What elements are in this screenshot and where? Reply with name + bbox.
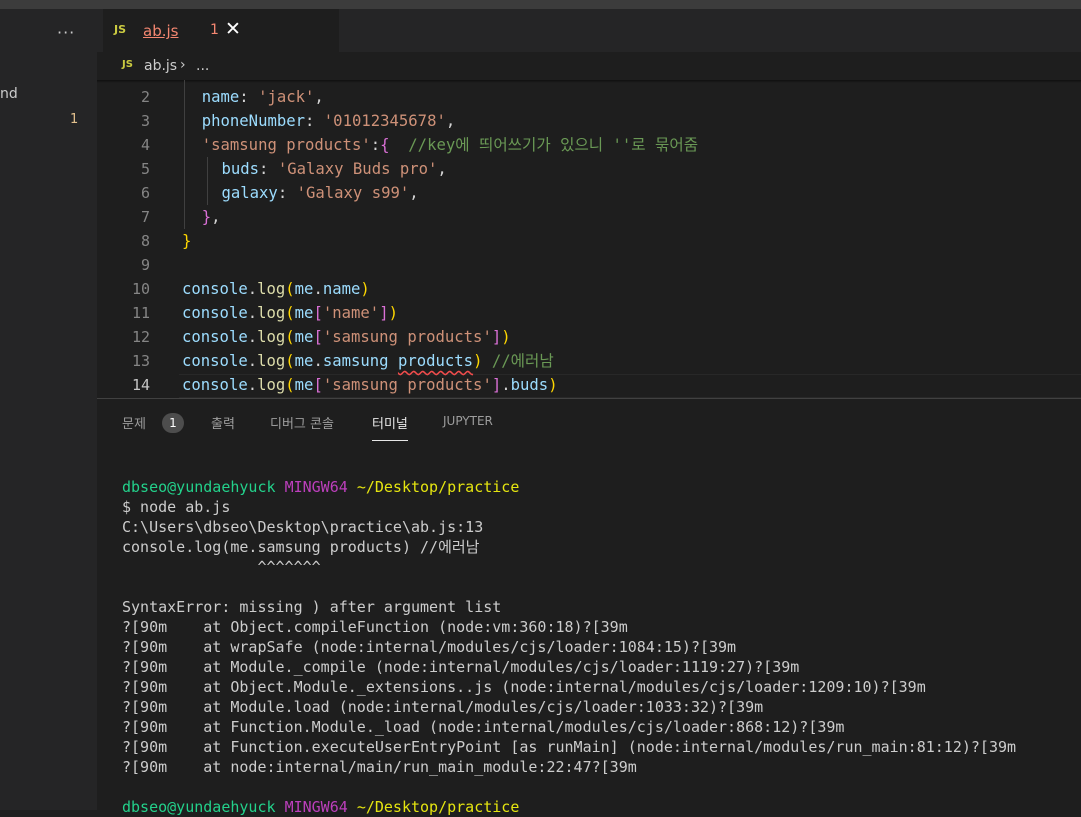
terminal-line: ?[90m at Module._compile (node:internal/… — [122, 658, 800, 676]
line-number: 8 — [140, 232, 150, 250]
code-line[interactable]: 9 — [97, 253, 1081, 277]
prompt-user: dbseo@yundaehyuck — [122, 478, 276, 496]
line-number: 7 — [140, 208, 150, 226]
terminal-line: ?[90m at Object.compileFunction (node:vm… — [122, 618, 628, 636]
code-text: console.log(me.samsung products) //에러남 — [182, 352, 554, 370]
code-text: galaxy: 'Galaxy s99', — [221, 184, 419, 202]
prompt-env: MINGW64 — [284, 478, 348, 496]
chevron-right-icon: › — [180, 57, 186, 73]
explorer-item-fragment[interactable]: nd — [0, 86, 18, 102]
close-icon[interactable]: ✕ — [225, 18, 241, 40]
breadcrumb: JS ab.js › ... — [97, 52, 1081, 83]
code-line[interactable]: 14 console.log(me['samsung products'].bud… — [97, 373, 1081, 397]
editor-tab-bar: JS ab.js 1 ✕ — [97, 9, 1081, 52]
code-line[interactable]: 11 console.log(me['name']) — [97, 301, 1081, 325]
line-number: 10 — [131, 280, 150, 298]
terminal-line: SyntaxError: missing ) after argument li… — [122, 598, 502, 616]
prompt-env: MINGW64 — [284, 798, 348, 816]
code-line[interactable]: 2 name: 'jack', — [97, 85, 1081, 109]
code-text: console.log(me['samsung products']) — [182, 328, 511, 346]
code-line[interactable]: 8} — [97, 229, 1081, 253]
javascript-file-icon: JS — [122, 59, 133, 70]
code-text: 'samsung products':{ //key에 띄어쓰기가 있으니 ''… — [201, 136, 699, 154]
problems-count-badge: 1 — [162, 413, 184, 433]
code-text: name: 'jack', — [201, 88, 324, 106]
explorer-sidebar: ··· nd 1 — [0, 9, 97, 810]
terminal-prompt: dbseo@yundaehyuck MINGW64 ~/Desktop/prac… — [122, 797, 1072, 817]
line-number: 9 — [140, 256, 150, 274]
line-number: 4 — [140, 136, 150, 154]
terminal-line: ?[90m at Function.executeUserEntryPoint … — [122, 738, 1017, 756]
line-number: 14 — [131, 376, 150, 394]
breadcrumb-symbol[interactable]: ... — [196, 58, 209, 74]
line-number: 6 — [140, 184, 150, 202]
code-line[interactable]: 10 console.log(me.name) — [97, 277, 1081, 301]
breadcrumb-file[interactable]: ab.js — [144, 58, 177, 74]
line-number: 3 — [140, 112, 150, 130]
code-text: console.log(me['name']) — [182, 304, 398, 322]
tab-ab-js[interactable]: JS ab.js 1 ✕ — [103, 9, 339, 52]
prompt-path: ~/Desktop/practice — [356, 798, 520, 816]
terminal-line: C:\Users\dbseo\Desktop\practice\ab.js:13 — [122, 518, 484, 536]
code-line[interactable]: 5 buds: 'Galaxy Buds pro', — [97, 157, 1081, 181]
code-line[interactable]: 7}, — [97, 205, 1081, 229]
tab-filename[interactable]: ab.js — [143, 22, 178, 40]
terminal-line: ?[90m at Module.load (node:internal/modu… — [122, 698, 764, 716]
line-number: 5 — [140, 160, 150, 178]
tab-problems[interactable]: 문제 — [122, 413, 146, 441]
terminal-line: ?[90m at wrapSafe (node:internal/modules… — [122, 638, 737, 656]
terminal-line: console.log(me.samsung products) //에러남 — [122, 538, 480, 556]
code-text: } — [182, 232, 192, 250]
tab-output[interactable]: 출력 — [211, 413, 235, 441]
code-text: }, — [201, 208, 221, 226]
line-number: 2 — [140, 88, 150, 106]
code-line[interactable]: 3 phoneNumber: '01012345678', — [97, 109, 1081, 133]
code-line[interactable]: 4 'samsung products':{ //key에 띄어쓰기가 있으니 '… — [97, 133, 1081, 157]
terminal-line: ?[90m at Function.Module._load (node:int… — [122, 718, 845, 736]
code-text: phoneNumber: '01012345678', — [201, 112, 456, 130]
code-line[interactable]: 13 console.log(me.samsung products) //에러남 — [97, 349, 1081, 373]
title-bar — [0, 0, 1081, 9]
bottom-panel: 문제 1 출력 디버그 콘솔 터미널 JUPYTER dbseo@yundaeh… — [97, 398, 1081, 816]
line-number: 12 — [131, 328, 150, 346]
explorer-problem-count: 1 — [70, 112, 79, 127]
terminal-line: ?[90m at node:internal/main/run_main_mod… — [122, 758, 637, 776]
code-text: console.log(me.name) — [182, 280, 370, 298]
tab-jupyter[interactable]: JUPYTER — [443, 414, 493, 442]
javascript-file-icon: JS — [114, 23, 127, 36]
more-actions-icon[interactable]: ··· — [57, 23, 75, 42]
terminal-prompt: dbseo@yundaehyuck MINGW64 ~/Desktop/prac… — [122, 477, 1072, 497]
tab-terminal[interactable]: 터미널 — [372, 413, 408, 441]
tab-debug-console[interactable]: 디버그 콘솔 — [270, 413, 334, 441]
prompt-user: dbseo@yundaehyuck — [122, 798, 276, 816]
code-line[interactable]: 6 galaxy: 'Galaxy s99', — [97, 181, 1081, 205]
code-line[interactable]: 12 console.log(me['samsung products']) — [97, 325, 1081, 349]
code-editor[interactable]: 2 name: 'jack', 3 phoneNumber: '01012345678… — [97, 80, 1081, 398]
terminal-line: $ node ab.js — [122, 498, 231, 516]
terminal-output[interactable]: dbseo@yundaehyuck MINGW64 ~/Desktop/prac… — [122, 477, 1072, 817]
terminal-line: ?[90m at Object.Module._extensions..js (… — [122, 678, 926, 696]
line-number: 11 — [131, 304, 150, 322]
code-text: console.log(me['samsung products'].buds) — [182, 376, 558, 394]
code-text: buds: 'Galaxy Buds pro', — [221, 160, 447, 178]
tab-problem-count: 1 — [210, 22, 219, 38]
prompt-path: ~/Desktop/practice — [356, 478, 520, 496]
line-number: 13 — [131, 352, 150, 370]
terminal-line: ^^^^^^^ — [122, 558, 321, 576]
